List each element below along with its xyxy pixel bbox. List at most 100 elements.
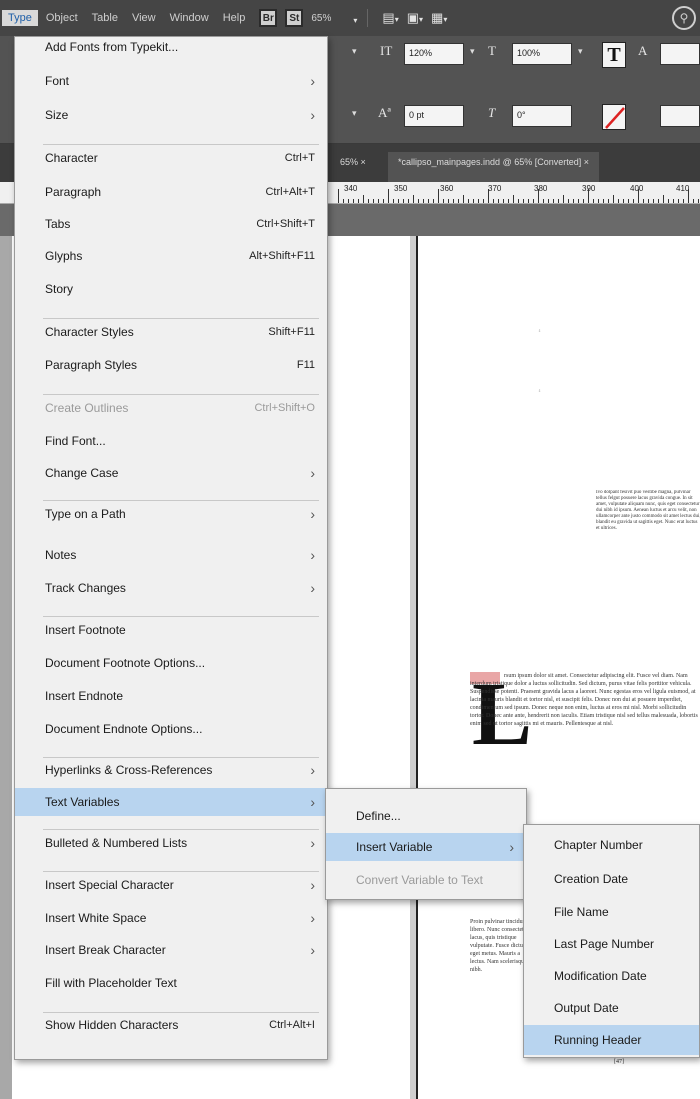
stroke-none-icon[interactable] <box>602 104 626 130</box>
type-menu-item[interactable]: Insert Break Character › <box>15 936 327 964</box>
placeholder-mark: ʻ <box>538 386 542 402</box>
menu-item-label: Paragraph <box>45 185 102 199</box>
arrange-documents-icon[interactable]: ▦▾ <box>431 10 447 26</box>
screen-mode-icon[interactable]: ▣▾ <box>407 10 423 26</box>
baseline-shift-field[interactable]: 0 pt <box>404 105 464 127</box>
ruler-tick <box>468 199 469 203</box>
insert-variable-item[interactable]: Chapter Number <box>524 830 699 860</box>
horizontal-scale-field[interactable]: 100% <box>512 43 572 65</box>
ruler-tick <box>538 189 539 203</box>
bridge-icon[interactable]: Br <box>259 9 278 27</box>
type-menu-item[interactable]: Character Styles Shift+F11 <box>15 318 327 346</box>
type-menu-item[interactable]: Show Hidden Characters Ctrl+Alt+I <box>15 1011 327 1039</box>
type-menu-item[interactable]: Track Changes › <box>15 574 327 602</box>
submenu-arrow-icon: › <box>310 73 315 89</box>
zoom-dropdown-icon[interactable]: ▾ <box>353 11 357 26</box>
placeholder-mark: ʻ <box>538 326 542 342</box>
type-menu-item[interactable]: Paragraph Styles F11 <box>15 351 327 379</box>
type-menu-item[interactable]: Insert Special Character › <box>15 871 327 899</box>
ruler-tick <box>678 199 679 203</box>
text-variables-item[interactable]: Define... <box>326 802 526 830</box>
font-style-dropdown-icon[interactable]: ▾ <box>352 46 357 57</box>
ruler-tick <box>403 199 404 203</box>
horizontal-scale-dropdown-icon[interactable]: ▾ <box>578 46 583 57</box>
tab-previous-document[interactable]: 65% × <box>330 152 376 182</box>
skew-icon: T <box>488 105 496 120</box>
scale-field[interactable] <box>660 43 700 65</box>
vertical-scale-field[interactable]: 120% <box>404 43 464 65</box>
insert-variable-item[interactable]: Output Date <box>524 993 699 1023</box>
type-menu-item[interactable]: Type on a Path › <box>15 500 327 528</box>
sidebar-text-frame[interactable]: Ivo dolpant fesivit puo vestibe magna, p… <box>596 490 700 588</box>
menu-object[interactable]: Object <box>40 10 84 26</box>
ruler-tick <box>593 199 594 203</box>
insert-variable-item[interactable]: Last Page Number <box>524 929 699 959</box>
tab-active-document[interactable]: *callipso_mainpages.indd @ 65% [Converte… <box>388 152 599 182</box>
menu-help[interactable]: Help <box>217 10 252 26</box>
type-menu-item[interactable]: Text Variables › <box>15 788 327 816</box>
type-menu-item[interactable]: Change Case › <box>15 459 327 487</box>
type-menu-item[interactable]: Paragraph Ctrl+Alt+T <box>15 178 327 206</box>
insert-variable-item[interactable]: Running Header <box>524 1025 699 1055</box>
body-text-frame[interactable]: rsum ipsum dolor sit amet. Consectetur a… <box>470 672 700 762</box>
type-menu-item[interactable]: Tabs Ctrl+Shift+T <box>15 210 327 238</box>
ruler-tick <box>698 199 699 203</box>
type-menu-item[interactable]: Add Fonts from Typekit... <box>15 33 327 61</box>
menu-view[interactable]: View <box>126 10 162 26</box>
type-menu-item[interactable]: Font › <box>15 67 327 95</box>
insert-variable-item[interactable]: Modification Date <box>524 961 699 991</box>
menu-separator <box>43 871 319 872</box>
menu-item-label: Output Date <box>554 1001 619 1015</box>
ruler-tick <box>473 199 474 203</box>
menu-item-label: Insert White Space <box>45 911 147 925</box>
ruler-tick <box>693 199 694 203</box>
body-text-frame-2[interactable]: Proin pulvinar tincidunt libero. Nunc co… <box>470 918 530 998</box>
type-menu: Add Fonts from Typekit... Font › Size › Chara… <box>14 36 328 1060</box>
type-menu-item[interactable]: Size › <box>15 101 327 129</box>
type-menu-item[interactable]: Fill with Placeholder Text <box>15 969 327 997</box>
zoom-level[interactable]: 65% <box>311 13 331 24</box>
ruler-tick <box>688 189 689 203</box>
type-menu-item[interactable]: Bulleted & Numbered Lists › <box>15 829 327 857</box>
ruler-tick <box>503 199 504 203</box>
ruler-tick <box>598 199 599 203</box>
submenu-arrow-icon: › <box>310 877 315 893</box>
menu-table[interactable]: Table <box>86 10 124 26</box>
menu-window[interactable]: Window <box>164 10 215 26</box>
text-variables-submenu: Define... Insert Variable › Convert Variabl… <box>325 788 527 900</box>
stroke-field[interactable] <box>660 105 700 127</box>
vertical-scale-dropdown-icon[interactable]: ▾ <box>470 46 475 57</box>
font-size-dropdown-icon[interactable]: ▾ <box>352 108 357 119</box>
type-menu-item[interactable]: Notes › <box>15 541 327 569</box>
ruler-tick <box>513 195 514 203</box>
skew-field[interactable]: 0° <box>512 105 572 127</box>
menu-item-label: Document Footnote Options... <box>45 656 206 670</box>
ruler-number: 350 <box>394 184 408 193</box>
ruler-number: 370 <box>488 184 502 193</box>
ruler-tick <box>618 199 619 203</box>
type-menu-item[interactable]: Find Font... <box>15 427 327 455</box>
type-menu-item[interactable]: Document Footnote Options... <box>15 649 327 677</box>
type-menu-item[interactable]: Hyperlinks & Cross-References › <box>15 756 327 784</box>
type-menu-item[interactable]: Insert Footnote <box>15 616 327 644</box>
type-menu-item[interactable]: Document Endnote Options... <box>15 715 327 743</box>
submenu-arrow-icon: › <box>310 762 315 778</box>
menu-item-shortcut: Ctrl+Alt+T <box>265 186 315 198</box>
search-circle-icon[interactable]: ⚲ <box>672 6 696 30</box>
ruler-tick <box>578 199 579 203</box>
menu-type[interactable]: Type <box>2 10 38 26</box>
type-menu-item[interactable]: Insert Endnote <box>15 682 327 710</box>
view-options-icon[interactable]: ▤▾ <box>382 10 398 26</box>
ruler-tick <box>393 199 394 203</box>
text-fill-icon[interactable]: T <box>602 42 626 68</box>
type-menu-item[interactable]: Character Ctrl+T <box>15 144 327 172</box>
insert-variable-item[interactable]: File Name <box>524 897 699 927</box>
type-menu-item[interactable]: Insert White Space › <box>15 904 327 932</box>
text-variables-item[interactable]: Insert Variable › <box>326 833 526 861</box>
type-menu-item[interactable]: Glyphs Alt+Shift+F11 <box>15 242 327 270</box>
stock-icon[interactable]: St <box>285 9 304 27</box>
type-menu-item[interactable]: Story <box>15 275 327 303</box>
ruler-tick <box>673 199 674 203</box>
menu-bar: Type Object Table View Window Help Br St… <box>0 0 700 36</box>
insert-variable-item[interactable]: Creation Date <box>524 864 699 894</box>
